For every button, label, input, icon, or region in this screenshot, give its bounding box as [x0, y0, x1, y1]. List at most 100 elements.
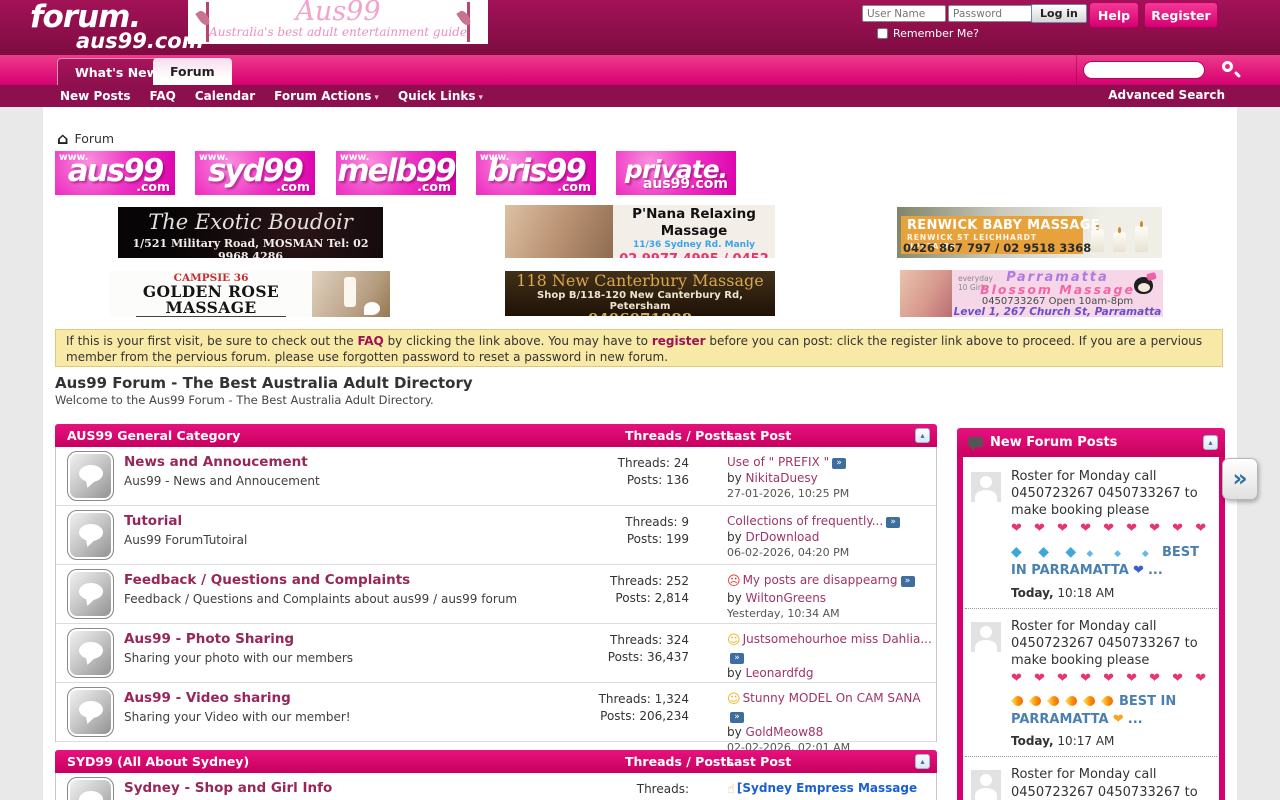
small-diamond-icons: ◆ ◆ ◆ [1086, 549, 1158, 559]
last-post-user[interactable]: GoldMeow88 [746, 725, 824, 739]
ad-title: GOLDEN ROSE MASSAGE [110, 284, 312, 316]
chevron-down-icon: ▾ [479, 93, 484, 103]
last-post-date: Yesterday, 10:34 AM [727, 606, 933, 622]
breadcrumb-forum[interactable]: Forum [74, 131, 114, 146]
forum-row-video-sharing: Aus99 - Video sharing Sharing your Video… [56, 683, 936, 742]
ad-golden-rose-massage[interactable]: CAMPSIE 36 GOLDEN ROSE MASSAGE 36 NORTH … [110, 271, 390, 317]
help-button[interactable]: Help [1089, 2, 1139, 28]
tab-forum[interactable]: Forum [153, 58, 232, 85]
last-post-user[interactable]: NikitaDuesy [746, 471, 818, 485]
banner-syd99[interactable]: www. syd99 .com [195, 151, 315, 195]
collapse-icon[interactable]: ▴ [915, 754, 930, 769]
page-title: Aus99 Forum - The Best Australia Adult D… [55, 374, 473, 392]
breadcrumb: ⌂ Forum [57, 131, 114, 146]
sidebar-post[interactable]: Roster for Monday call 0450723267 045073… [965, 459, 1217, 609]
sidebar-expand-button[interactable]: » [1222, 458, 1258, 500]
avatar [971, 472, 1001, 502]
forum-link[interactable]: Sydney - Shop and Girl Info [124, 780, 332, 796]
post-title[interactable]: Roster for Monday call 0450723267 045073… [1011, 766, 1215, 800]
forum-row-photo-sharing: Aus99 - Photo Sharing Sharing your photo… [56, 624, 936, 683]
banner-tld: .com [136, 179, 170, 194]
ad-title: 118 New Canterbury Massage [505, 272, 775, 290]
candle-icon [1135, 226, 1148, 252]
sidebar-post[interactable]: Roster for Monday call 0450723267 045073… [965, 757, 1217, 800]
column-last-post: Last Post [726, 750, 791, 773]
banner-tld: .com [417, 179, 451, 194]
forum-row-sydney-shop-girl-info: Sydney - Shop and Girl Info Talk about S… [56, 773, 936, 800]
last-post-link[interactable]: [Sydney Empress Massage 69] [727, 781, 917, 800]
last-post: Collections of frequently...» by DrDownl… [727, 513, 933, 561]
link-new-posts[interactable]: New Posts [60, 89, 131, 103]
aus99-banner-ad[interactable]: Aus99 Australia's best adult entertainme… [188, 0, 488, 44]
last-post-user[interactable]: WiltonGreens [746, 591, 827, 605]
home-icon[interactable]: ⌂ [57, 132, 68, 146]
post-title[interactable]: Roster for Monday call 0450723267 045073… [1011, 618, 1215, 669]
goto-last-post-icon[interactable]: » [886, 517, 900, 528]
password-field[interactable] [948, 5, 1032, 22]
ad-exotic-boudoir[interactable]: The Exotic Boudoir 1/521 Military Road, … [118, 207, 383, 258]
forum-icon [67, 628, 114, 678]
ad-canterbury-massage[interactable]: 118 New Canterbury Massage Shop B/118-12… [505, 271, 775, 316]
banner-private-aus99[interactable]: private. aus99.com [616, 151, 736, 195]
last-post-link[interactable]: My posts are disappearng [743, 573, 898, 587]
forum-icon [67, 510, 114, 560]
faq-link[interactable]: FAQ [357, 334, 383, 348]
banner-bris99[interactable]: www. bris99 .com [476, 151, 596, 195]
sidebar-post[interactable]: Roster for Monday call 0450723267 045073… [965, 609, 1217, 758]
heart-icons: ❤ ❤ ❤ ❤ ❤ ❤ ❤ ❤ ❤ [1011, 521, 1215, 536]
menu-forum-actions[interactable]: Forum Actions▾ [274, 89, 379, 103]
post-title[interactable]: Roster for Monday call 0450723267 045073… [1011, 468, 1215, 519]
login-button[interactable]: Log in [1031, 4, 1087, 23]
remember-me-checkbox[interactable] [877, 28, 888, 39]
search-icon-handle [1234, 71, 1241, 78]
collapse-icon[interactable]: ▴ [915, 428, 930, 443]
forum-description: Feedback / Questions and Complaints abou… [124, 592, 517, 606]
goto-last-post-icon[interactable]: » [730, 653, 744, 664]
collapse-icon[interactable]: ▴ [1203, 435, 1218, 450]
logo-line2: aus99.com [76, 31, 204, 52]
last-post-user[interactable]: Leonardfdg [746, 666, 814, 680]
forum-link[interactable]: Feedback / Questions and Complaints [124, 572, 410, 588]
link-calendar[interactable]: Calendar [195, 89, 255, 103]
register-link[interactable]: register [652, 334, 706, 348]
username-field[interactable] [862, 5, 946, 22]
ad-renwick-massage[interactable]: RENWICK BABY MASSAGE RENWICK ST LEICHHAR… [897, 207, 1162, 258]
banner-melb99[interactable]: www. melb99 .com [336, 151, 456, 195]
forum-link[interactable]: Aus99 - Photo Sharing [124, 631, 294, 647]
last-post: ☹My posts are disappearng» by WiltonGree… [727, 572, 933, 622]
column-last-post: Last Post [726, 424, 791, 447]
forum-link[interactable]: Tutorial [124, 513, 182, 529]
forum-stats: Threads: 61,376 [536, 781, 689, 800]
last-post: Use of " PREFIX "» by NikitaDuesy 27-01-… [727, 454, 933, 502]
menu-quick-links[interactable]: Quick Links▾ [398, 89, 483, 103]
last-post-link[interactable]: Use of " PREFIX " [727, 455, 829, 469]
last-post-date: 27-01-2026, 10:25 PM [727, 486, 933, 502]
ad-pnana-massage[interactable]: P'Nana Relaxing Massage 11/36 Sydney Rd.… [505, 205, 775, 258]
banner-aus99[interactable]: www. aus99 .com [55, 151, 175, 195]
last-post-link[interactable]: Stunny MODEL On CAM SANA [743, 691, 921, 705]
goto-last-post-icon[interactable]: » [832, 458, 846, 469]
subnav-links: New Posts FAQ Calendar Forum Actions▾ Qu… [60, 85, 483, 107]
chevron-down-icon: ▾ [374, 93, 379, 103]
site-logo[interactable]: forum. aus99.com [30, 2, 204, 52]
post-date: Today, 10:17 AM [1011, 734, 1215, 748]
register-button[interactable]: Register [1144, 2, 1218, 28]
last-post-link[interactable]: Justsomehourhoe miss Dahlia... [743, 632, 932, 646]
search-button[interactable] [1218, 58, 1244, 83]
goto-last-post-icon[interactable]: » [730, 712, 744, 723]
ad-blossom-massage[interactable]: everyday 10 Girls Parramatta Blossom Mas… [900, 270, 1163, 317]
heart-icons: ❤ ❤ ❤ ❤ ❤ ❤ ❤ ❤ ❤ [1011, 671, 1215, 686]
forum-stats: Threads: 9 Posts: 199 [536, 514, 689, 548]
remember-me[interactable]: Remember Me? [877, 27, 979, 40]
search-input[interactable] [1083, 61, 1205, 79]
forum-link[interactable]: Aus99 - Video sharing [124, 690, 291, 706]
post-title-line2: BEST IN PARRAMATTA ❤ ... [1011, 693, 1215, 728]
goto-last-post-icon[interactable]: » [901, 576, 915, 587]
ad-title2: Blossom Massage [952, 284, 1163, 296]
last-post-user[interactable]: DrDownload [746, 530, 820, 544]
link-faq[interactable]: FAQ [150, 89, 176, 103]
forum-link[interactable]: News and Annoucement [124, 454, 308, 470]
last-post-link[interactable]: Collections of frequently... [727, 514, 883, 528]
sidebar-title: New Forum Posts [990, 428, 1117, 457]
advanced-search-link[interactable]: Advanced Search [1108, 88, 1225, 102]
